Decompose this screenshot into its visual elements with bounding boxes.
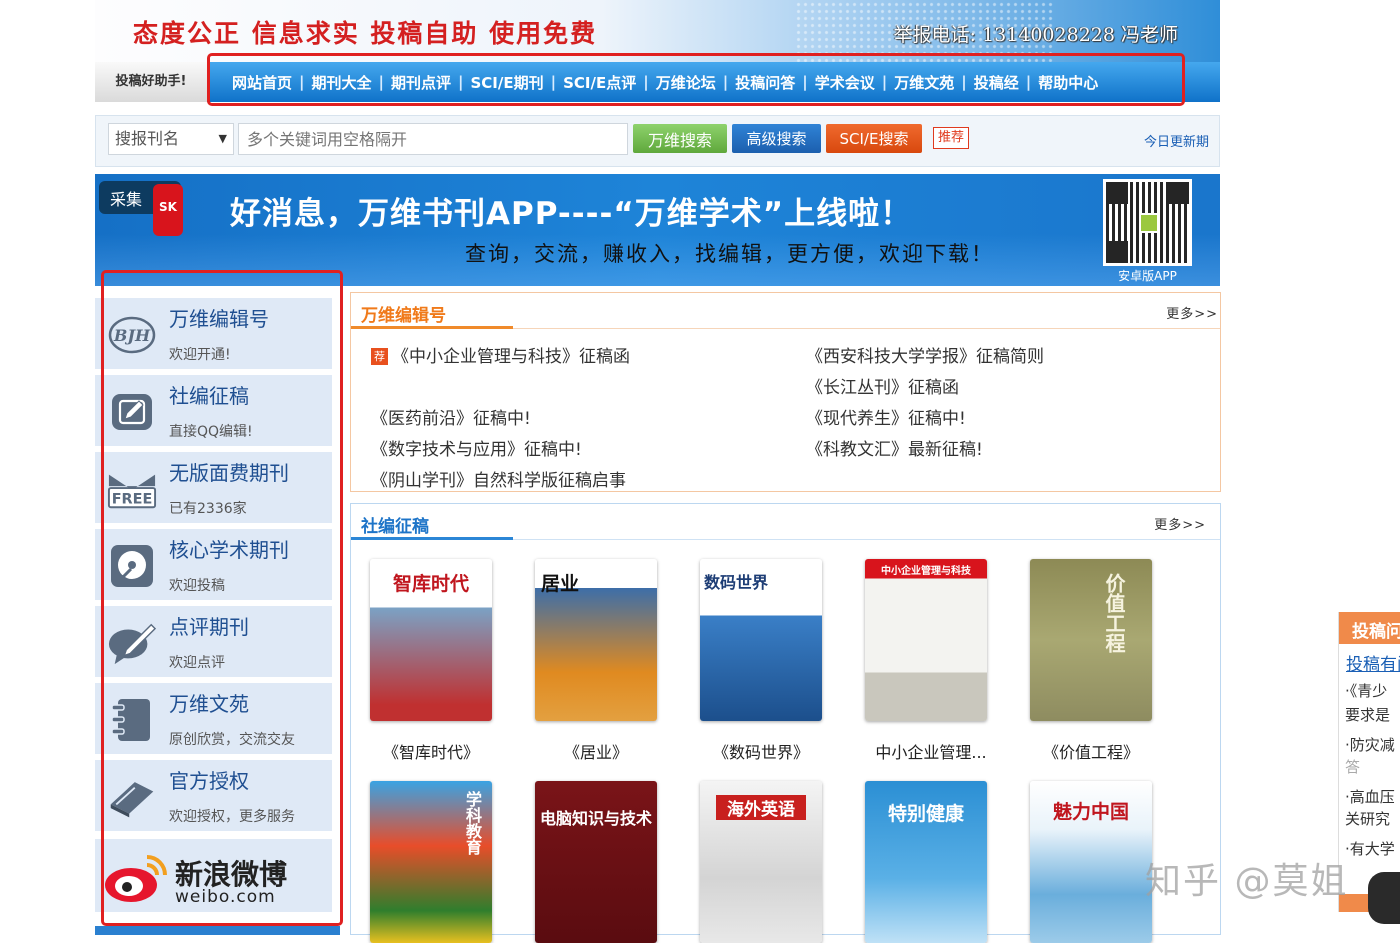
search-type-select[interactable]: 搜报刊名 ▼ (108, 123, 234, 155)
panel-title-underline (351, 537, 513, 540)
panel-title: 万维编辑号 (361, 306, 446, 326)
journal-cover[interactable]: 魅力中国 (1030, 781, 1152, 943)
journal-cover[interactable]: 学科教育 (370, 781, 492, 943)
editor-link[interactable]: 《长江丛刊》征稿函 (806, 373, 959, 398)
ad-title: 好消息，万维书刊APP----“万维学术”上线啦！ (230, 196, 913, 232)
editor-link[interactable]: 《医药前沿》征稿中! (371, 404, 531, 429)
editor-link[interactable]: 《阴山学刊》自然科学版征稿启事 (371, 466, 626, 491)
collect-badge[interactable]: SK (153, 184, 183, 236)
journal-caption[interactable]: 《数码世界》 (681, 739, 841, 763)
scie-search-button[interactable]: SCI/E搜索 (826, 124, 922, 153)
journal-cover[interactable]: 海外英语 (700, 781, 822, 943)
journal-cover[interactable]: 居业 (535, 559, 657, 721)
sidebar-bottom-strip (95, 926, 340, 935)
wanwei-search-button[interactable]: 万维搜索 (633, 124, 727, 153)
nav-helper-label: 投稿好助手! (95, 62, 207, 102)
search-input[interactable] (238, 123, 628, 155)
more-link[interactable]: 更多>> (1166, 303, 1218, 322)
float-item: 关研究 (1345, 810, 1391, 828)
float-item: 答 (1345, 758, 1361, 776)
editor-link[interactable]: 《西安科技大学学报》征稿简则 (806, 342, 1044, 367)
float-link[interactable]: 投稿有问 (1346, 650, 1400, 675)
qr-label: 安卓版APP (1118, 269, 1177, 283)
dropdown-arrow-icon: ▼ (218, 132, 227, 145)
editor-link[interactable]: 《科教文汇》最新征稿! (806, 435, 983, 460)
ad-subtitle: 查询，交流，赚收入，找编辑，更方便，欢迎下载！ (465, 242, 994, 266)
search-bar: 搜报刊名 ▼ 万维搜索 高级搜索 SCI/E搜索 推荐 今日更新期 (95, 115, 1220, 167)
panel-title: 社编征稿 (361, 517, 429, 537)
editor-account-panel: 万维编辑号 更多>> 荐《中小企业管理与科技》征稿函 《医药前沿》征稿中! 《数… (350, 292, 1221, 492)
editor-link[interactable]: 《数字技术与应用》征稿中! (371, 435, 582, 460)
report-hotline: 举报电话: 13140028228 冯老师 (893, 24, 1178, 46)
advanced-search-button[interactable]: 高级搜索 (732, 124, 821, 153)
today-update-link[interactable]: 今日更新期 (1144, 131, 1209, 150)
nav-highlight-box (207, 53, 1185, 106)
float-item[interactable]: ·《青少 (1345, 680, 1387, 702)
search-type-value: 搜报刊名 (115, 129, 180, 148)
panel-title-underline (351, 326, 513, 329)
float-item[interactable]: ·防灾减 (1345, 734, 1395, 756)
journal-cover[interactable]: 价值工程 (1030, 559, 1152, 721)
panel-header: 万维编辑号 更多>> (351, 293, 1220, 329)
journal-cover[interactable]: 智库时代 (370, 559, 492, 721)
watermark: 知乎 @莫姐 (1145, 861, 1349, 902)
float-item: 要求是 (1345, 706, 1391, 724)
journal-caption[interactable]: 中小企业管理... (851, 739, 1011, 763)
recommend-button[interactable]: 推荐 (933, 127, 969, 149)
sidebar-highlight-box (101, 270, 343, 926)
float-header: 投稿问 (1339, 612, 1400, 644)
journal-cover[interactable]: 特别健康 (865, 781, 987, 943)
journal-caption[interactable]: 《居业》 (516, 739, 676, 763)
journal-caption[interactable]: 《价值工程》 (1011, 739, 1171, 763)
collect-label: 采集 (110, 190, 143, 209)
more-link[interactable]: 更多>> (1154, 514, 1206, 533)
panel-header: 社编征稿 更多>> (351, 504, 1220, 540)
journal-cover[interactable]: 中小企业管理与科技 (865, 559, 987, 721)
journal-cover[interactable]: 数码世界 (700, 559, 822, 721)
scroll-widget-icon[interactable] (1368, 872, 1400, 924)
site-slogan: 态度公正 信息求实 投稿自助 使用免费 (133, 19, 598, 48)
editor-link[interactable]: 《现代养生》征稿中! (806, 404, 966, 429)
float-item[interactable]: ·有大学 (1345, 838, 1395, 860)
editor-link[interactable]: 荐《中小企业管理与科技》征稿函 (371, 342, 630, 367)
recommend-tag: 荐 (371, 348, 388, 365)
journal-cover[interactable]: 电脑知识与技术 (535, 781, 657, 943)
society-call-panel: 社编征稿 更多>> 智库时代 居业 数码世界 中小企业管理与科技 价值工程 《智… (350, 503, 1221, 943)
journal-caption[interactable]: 《智库时代》 (351, 739, 511, 763)
float-item[interactable]: ·高血压 (1345, 786, 1395, 808)
qr-code-icon (1103, 179, 1192, 266)
